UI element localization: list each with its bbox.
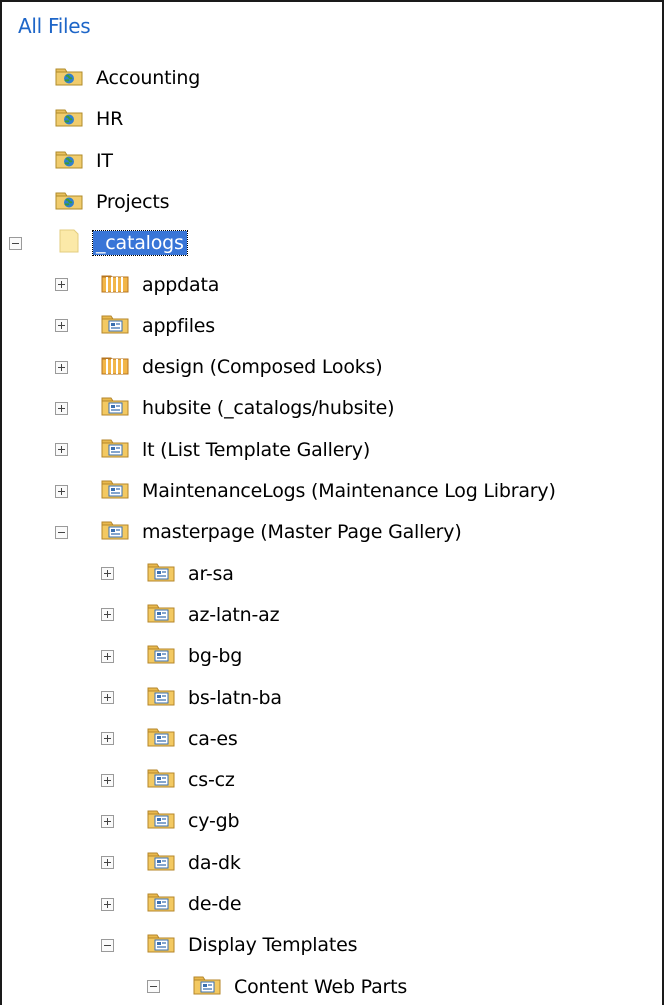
tree-item-label: hubsite (_catalogs/hubsite) bbox=[142, 397, 395, 420]
tree-item[interactable]: Accounting bbox=[53, 61, 203, 95]
tree-item[interactable]: Display Templates bbox=[101, 928, 360, 962]
site-folder-icon bbox=[53, 105, 85, 133]
tree-item-label: de-de bbox=[188, 893, 242, 915]
library-folder-icon bbox=[145, 849, 177, 877]
tree-item[interactable]: lt (List Template Gallery) bbox=[55, 433, 373, 467]
collapse-icon[interactable] bbox=[9, 236, 22, 250]
tree-item[interactable]: HR bbox=[53, 102, 126, 136]
tree-item-label: appdata bbox=[142, 273, 220, 296]
tree-item-label: ar-sa bbox=[188, 562, 234, 585]
tree-item[interactable]: Projects bbox=[53, 185, 172, 219]
tree-item-label: az-latn-az bbox=[188, 603, 280, 626]
tree-item-label: Display Templates bbox=[188, 934, 358, 957]
tree-item[interactable]: az-latn-az bbox=[101, 598, 282, 632]
tree-item-label: IT bbox=[96, 149, 113, 172]
tree-item[interactable]: cs-cz bbox=[101, 763, 238, 797]
all-files-header[interactable]: All Files bbox=[18, 14, 91, 38]
tree-item[interactable]: appdata bbox=[55, 268, 222, 302]
library-folder-icon bbox=[145, 601, 177, 629]
tree-item[interactable]: bs-latn-ba bbox=[101, 681, 285, 715]
expand-icon[interactable] bbox=[101, 608, 114, 622]
tree-item[interactable]: appfiles bbox=[55, 309, 218, 343]
tree-item[interactable]: ca-es bbox=[101, 722, 241, 756]
tree-item[interactable]: bg-bg bbox=[101, 639, 245, 673]
expand-icon[interactable] bbox=[55, 360, 68, 374]
library-folder-icon bbox=[145, 560, 177, 588]
tree-item-label: cy-gb bbox=[188, 810, 240, 833]
plain-folder-icon bbox=[53, 229, 85, 257]
tree-item-label: MaintenanceLogs (Maintenance Log Library… bbox=[142, 480, 556, 502]
expand-icon[interactable] bbox=[101, 567, 114, 581]
expand-icon[interactable] bbox=[55, 401, 68, 415]
tree-item-label: Accounting bbox=[96, 67, 201, 89]
tree-item[interactable]: cy-gb bbox=[101, 804, 242, 838]
library-folder-icon bbox=[99, 312, 131, 340]
library-folder-icon bbox=[191, 973, 223, 1001]
list-folder-icon bbox=[99, 271, 131, 299]
tree-item-label: cs-cz bbox=[188, 769, 235, 792]
tree-item-label: bs-latn-ba bbox=[188, 686, 282, 709]
tree-item[interactable]: de-de bbox=[101, 887, 244, 921]
library-folder-icon bbox=[99, 436, 131, 464]
expand-icon[interactable] bbox=[101, 732, 114, 746]
tree-item[interactable]: ar-sa bbox=[101, 557, 237, 591]
tree-item-label: bg-bg bbox=[188, 645, 243, 668]
expand-icon[interactable] bbox=[55, 278, 68, 291]
library-folder-icon bbox=[145, 890, 177, 918]
file-tree-panel: All Files Accounting HR IT Projects _catalog… bbox=[0, 0, 664, 1005]
tree-item-label: HR bbox=[96, 108, 124, 131]
tree-item-label: masterpage (Master Page Gallery) bbox=[142, 521, 462, 544]
tree-item-label: ca-es bbox=[188, 727, 238, 750]
tree-item[interactable]: _catalogs bbox=[9, 226, 188, 260]
collapse-icon[interactable] bbox=[101, 938, 114, 952]
tree-item-label: lt (List Template Gallery) bbox=[142, 438, 371, 461]
site-folder-icon bbox=[53, 147, 85, 175]
list-folder-icon bbox=[99, 353, 131, 381]
collapse-icon[interactable] bbox=[147, 980, 160, 994]
library-folder-icon bbox=[145, 684, 177, 712]
tree-item-label: _catalogs bbox=[92, 230, 188, 257]
expand-icon[interactable] bbox=[101, 856, 114, 870]
expand-icon[interactable] bbox=[55, 319, 68, 333]
library-folder-icon bbox=[99, 518, 131, 546]
site-folder-icon bbox=[53, 64, 85, 92]
tree-item-label: design (Composed Looks) bbox=[142, 356, 383, 379]
expand-icon[interactable] bbox=[101, 649, 114, 663]
tree-item[interactable]: hubsite (_catalogs/hubsite) bbox=[55, 391, 397, 425]
library-folder-icon bbox=[145, 725, 177, 753]
library-folder-icon bbox=[99, 394, 131, 422]
library-folder-icon bbox=[145, 807, 177, 835]
library-folder-icon bbox=[145, 766, 177, 794]
tree-item[interactable]: Content Web Parts bbox=[147, 970, 410, 1004]
tree-item-label: Projects bbox=[96, 190, 170, 213]
collapse-icon[interactable] bbox=[55, 525, 68, 539]
tree-item[interactable]: MaintenanceLogs (Maintenance Log Library… bbox=[55, 474, 559, 508]
tree-item[interactable]: masterpage (Master Page Gallery) bbox=[55, 515, 465, 549]
library-folder-icon bbox=[145, 931, 177, 959]
expand-icon[interactable] bbox=[101, 897, 114, 911]
library-folder-icon bbox=[145, 642, 177, 670]
tree-item-label: Content Web Parts bbox=[234, 975, 408, 998]
tree-item[interactable]: IT bbox=[53, 144, 116, 178]
library-folder-icon bbox=[99, 477, 131, 505]
expand-icon[interactable] bbox=[101, 691, 114, 704]
tree-item-label: appfiles bbox=[142, 314, 215, 337]
expand-icon[interactable] bbox=[101, 773, 114, 787]
tree-item[interactable]: design (Composed Looks) bbox=[55, 350, 385, 384]
tree-item-label: da-dk bbox=[188, 851, 241, 874]
expand-icon[interactable] bbox=[101, 814, 114, 828]
expand-icon[interactable] bbox=[55, 443, 68, 457]
expand-icon[interactable] bbox=[55, 484, 68, 498]
site-folder-icon bbox=[53, 188, 85, 216]
tree-item[interactable]: da-dk bbox=[101, 846, 244, 880]
